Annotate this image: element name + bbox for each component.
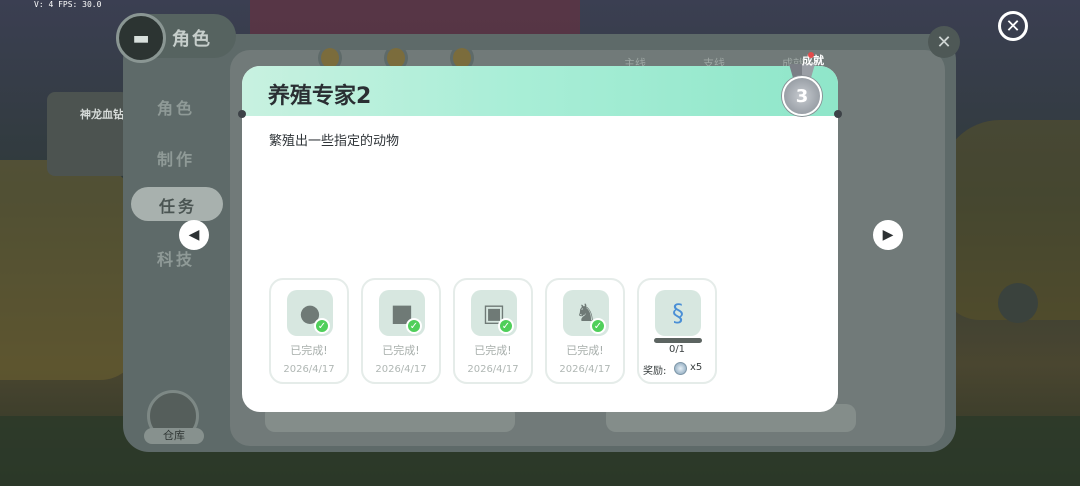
- task-date: 2026/4/17: [283, 364, 335, 375]
- sidebar-item-task: 任务: [159, 197, 198, 216]
- close-icon: ✕: [936, 31, 952, 53]
- task-status: 已完成!: [382, 344, 420, 357]
- background-sand-left: [0, 160, 140, 380]
- avatar-icon: ▬: [116, 13, 166, 63]
- modal-description: 繁殖出一些指定的动物: [269, 134, 400, 149]
- screen-close-button[interactable]: ✕: [998, 11, 1028, 41]
- task-card-rabbit: ♞ ✓ 已完成! 2026/4/17: [545, 278, 625, 384]
- check-icon: ✓: [406, 318, 422, 334]
- next-arrow-button[interactable]: ▶: [873, 220, 903, 250]
- task-status: 已完成!: [566, 344, 604, 357]
- task-progress-bar: [654, 338, 702, 343]
- background-quest-title: 神龙血钻: [80, 108, 124, 121]
- silver-medal-icon: 3: [782, 64, 822, 120]
- reward-label: 奖励:: [643, 366, 667, 377]
- header-divider-dot: [238, 110, 246, 118]
- panel-close-button: ✕: [928, 26, 960, 58]
- check-icon: ✓: [314, 318, 330, 334]
- silver-coin-icon: [674, 362, 687, 375]
- sidebar-item-role: 角色: [157, 99, 196, 118]
- task-card-seahorse: § 0/1 奖励: x5: [637, 278, 717, 384]
- header-divider-dot: [834, 110, 842, 118]
- achievement-detail-modal: 养殖专家2 3 成就 繁殖出一些指定的动物 ● ✓ 已完成! 2026/4/17…: [238, 52, 842, 412]
- task-status: 已完成!: [290, 344, 328, 357]
- arrow-right-icon: ▶: [882, 227, 894, 243]
- fps-counter: V: 4 FPS: 30.0: [34, 0, 102, 9]
- close-icon: ✕: [1005, 15, 1021, 37]
- background-quest-card: [47, 92, 129, 176]
- check-icon: ✓: [590, 318, 606, 334]
- medal-level: 3: [782, 76, 822, 116]
- sidebar-item-tech: 科技: [157, 250, 196, 269]
- reward-count: x5: [690, 362, 703, 373]
- task-date: 2026/4/17: [375, 364, 427, 375]
- task-progress-text: 0/1: [668, 344, 686, 355]
- warehouse-label: 仓库: [144, 428, 204, 444]
- previous-arrow-button[interactable]: ◀: [179, 220, 209, 250]
- seahorse-icon: §: [655, 290, 701, 336]
- task-card-penguin: ● ✓ 已完成! 2026/4/17: [269, 278, 349, 384]
- task-card-polar-bear: ■ ✓ 已完成! 2026/4/17: [361, 278, 441, 384]
- notification-dot: [808, 52, 814, 58]
- task-status: 已完成!: [474, 344, 512, 357]
- background-role-label: 角色: [172, 29, 212, 50]
- task-date: 2026/4/17: [467, 364, 519, 375]
- action-icon: [998, 283, 1038, 323]
- task-card-cow: ▣ ✓ 已完成! 2026/4/17: [453, 278, 533, 384]
- sidebar-item-craft: 制作: [157, 150, 196, 169]
- modal-title: 养殖专家2: [268, 84, 372, 109]
- task-date: 2026/4/17: [559, 364, 611, 375]
- check-icon: ✓: [498, 318, 514, 334]
- arrow-left-icon: ◀: [188, 227, 200, 243]
